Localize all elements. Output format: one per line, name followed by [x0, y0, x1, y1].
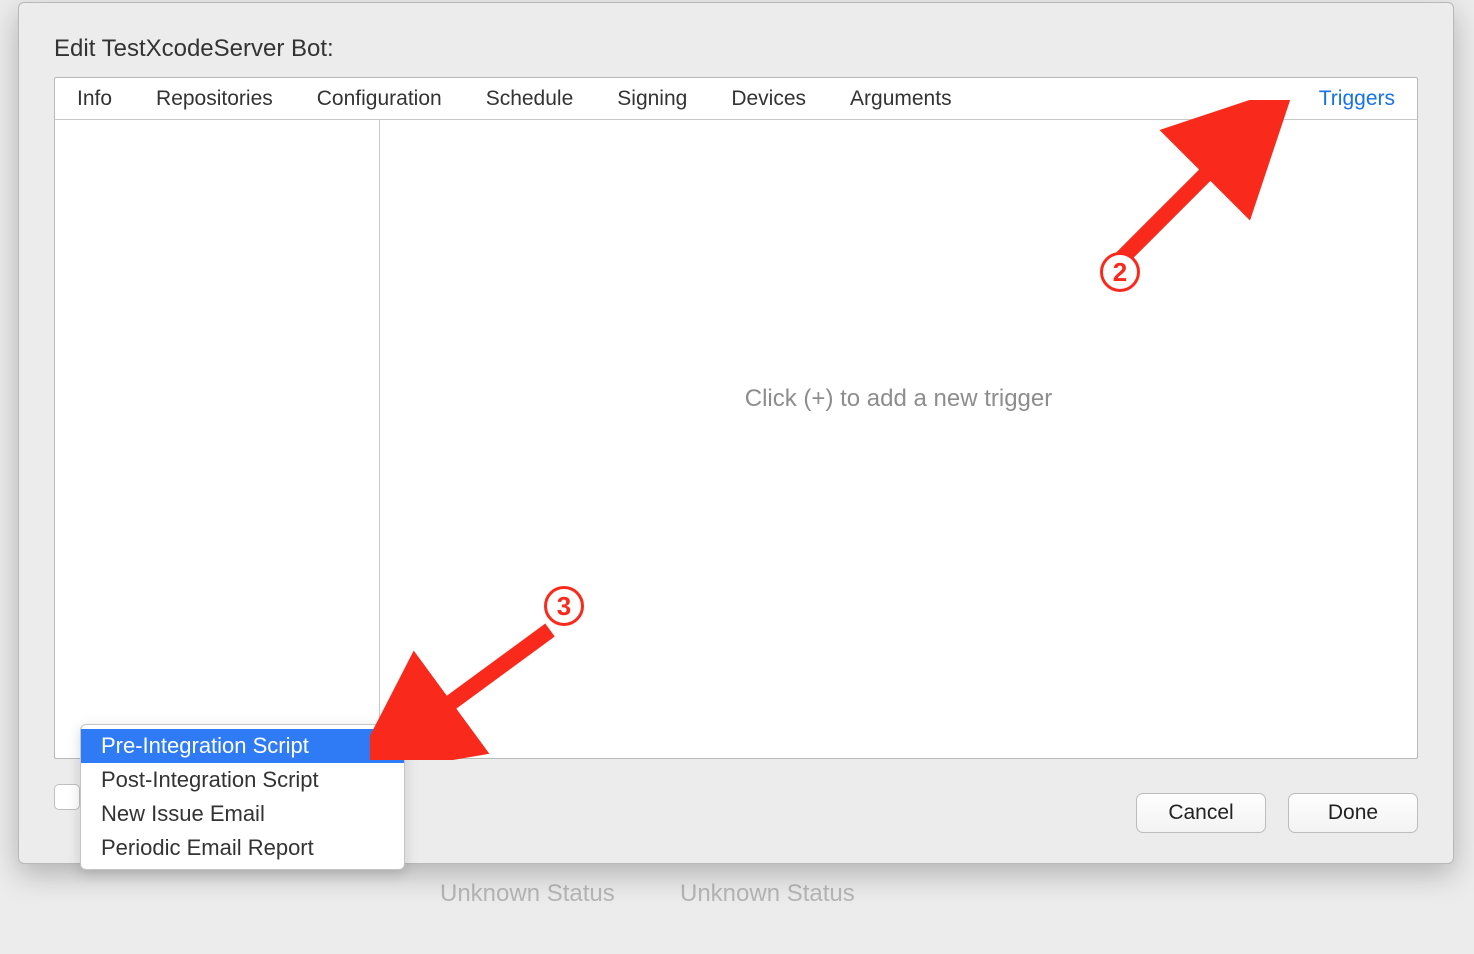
- tab-arguments[interactable]: Arguments: [828, 78, 974, 120]
- done-button[interactable]: Done: [1288, 793, 1418, 833]
- annotation-number-2: 2: [1113, 257, 1127, 288]
- bg-unknown-status: Unknown Status: [680, 880, 855, 908]
- empty-placeholder: Click (+) to add a new trigger: [745, 385, 1052, 413]
- annotation-callout-2: 2: [1100, 252, 1140, 292]
- dialog-title: Edit TestXcodeServer Bot:: [54, 35, 334, 63]
- menu-item-post-integration-script[interactable]: Post-Integration Script: [81, 763, 404, 797]
- triggers-sidebar: [55, 120, 380, 758]
- dialog-panel: Info Repositories Configuration Schedule…: [54, 77, 1418, 759]
- cancel-button[interactable]: Cancel: [1136, 793, 1266, 833]
- tab-schedule[interactable]: Schedule: [464, 78, 596, 120]
- content-area: Click (+) to add a new trigger: [55, 120, 1417, 758]
- tab-triggers[interactable]: Triggers: [1297, 78, 1417, 120]
- menu-item-new-issue-email[interactable]: New Issue Email: [81, 797, 404, 831]
- tab-info[interactable]: Info: [55, 78, 134, 120]
- tab-configuration[interactable]: Configuration: [295, 78, 464, 120]
- annotation-callout-3: 3: [544, 586, 584, 626]
- dialog-button-row: Cancel Done: [1136, 793, 1418, 833]
- tab-devices[interactable]: Devices: [709, 78, 828, 120]
- tab-signing[interactable]: Signing: [595, 78, 709, 120]
- add-trigger-button[interactable]: [54, 784, 80, 810]
- annotation-number-3: 3: [557, 591, 571, 622]
- tab-bar: Info Repositories Configuration Schedule…: [55, 78, 1417, 120]
- menu-item-periodic-email-report[interactable]: Periodic Email Report: [81, 831, 404, 865]
- add-trigger-menu: Pre-Integration Script Post-Integration …: [80, 724, 405, 870]
- bg-unknown-status: Unknown Status: [440, 880, 615, 908]
- menu-item-pre-integration-script[interactable]: Pre-Integration Script: [81, 729, 404, 763]
- triggers-mainpane: Click (+) to add a new trigger: [380, 120, 1417, 758]
- tab-repositories[interactable]: Repositories: [134, 78, 295, 120]
